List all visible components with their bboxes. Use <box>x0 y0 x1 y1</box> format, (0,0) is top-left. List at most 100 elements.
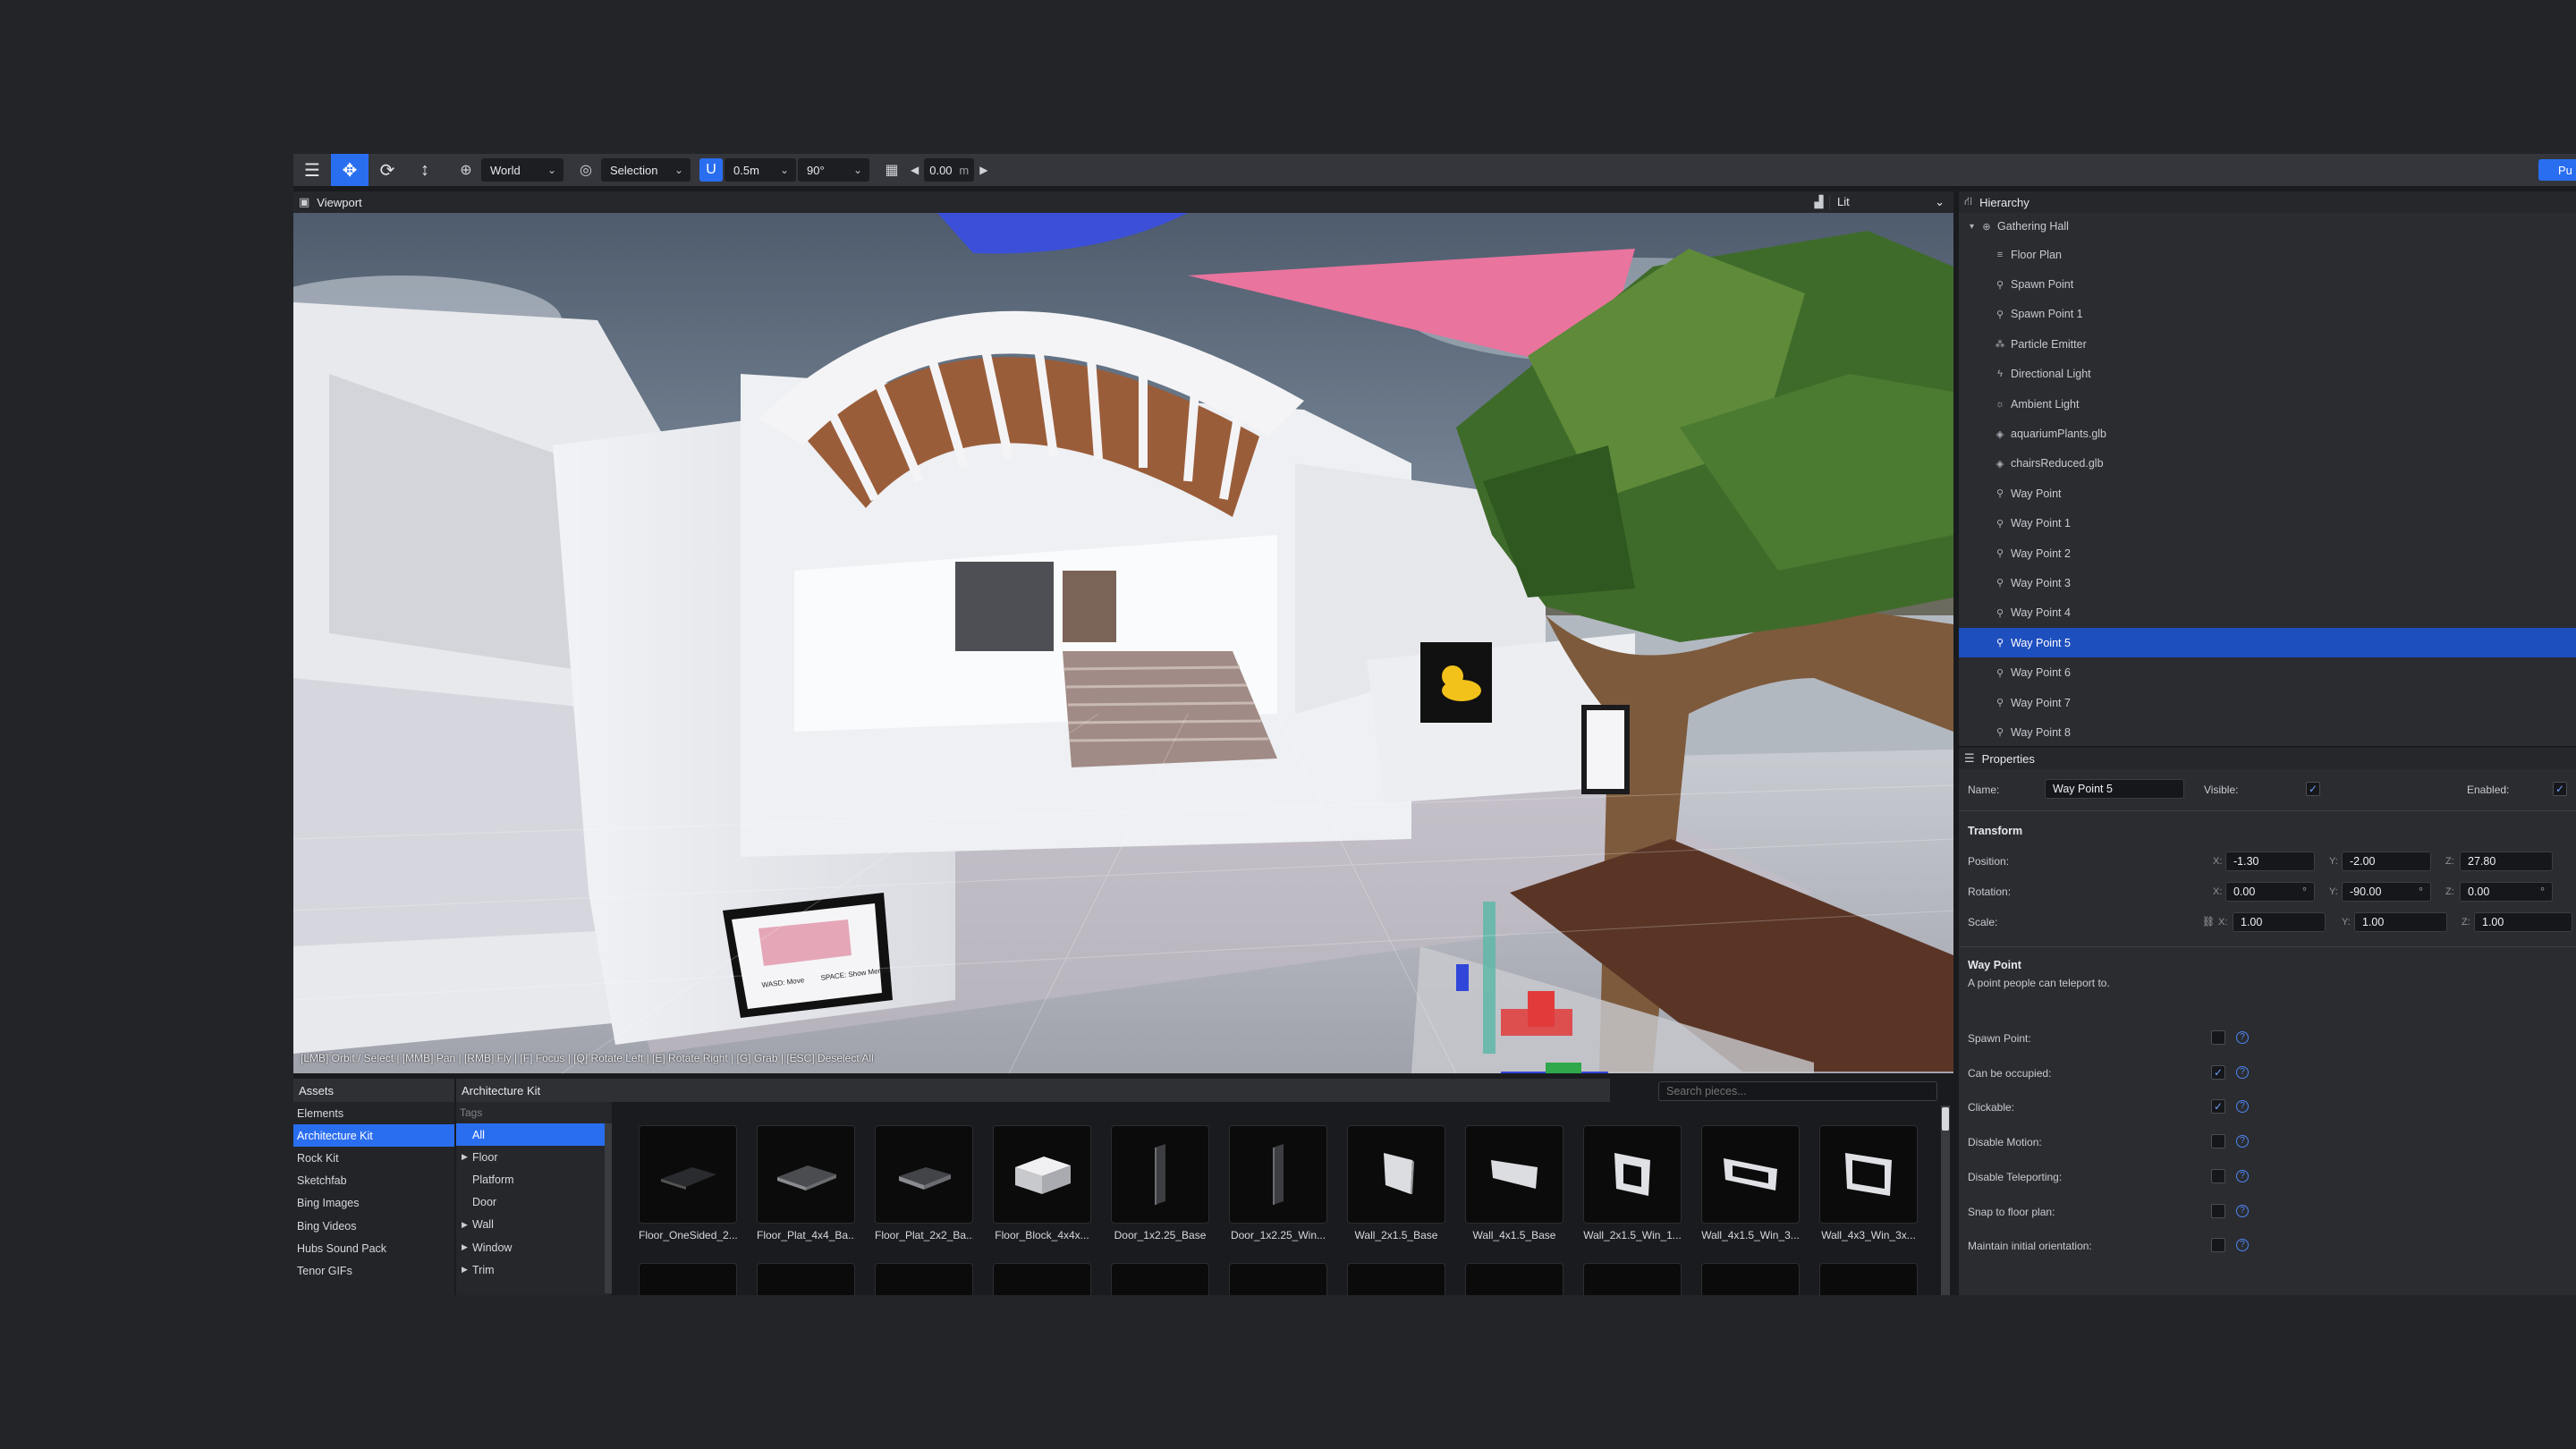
grid-decrease-arrow-icon[interactable]: ◀ <box>905 164 924 176</box>
asset-thumbnail[interactable] <box>757 1125 855 1224</box>
asset-source-item[interactable]: Bing Images <box>293 1192 454 1215</box>
asset-thumbnail[interactable] <box>1229 1125 1327 1224</box>
asset-piece[interactable] <box>757 1263 855 1295</box>
asset-piece[interactable]: Wall_2x1.5_Win_1... <box>1583 1125 1682 1241</box>
help-icon[interactable]: ? <box>2236 1065 2249 1079</box>
tag-item[interactable]: ▶ Trim <box>456 1258 612 1281</box>
asset-thumbnail[interactable] <box>757 1263 855 1295</box>
coordinate-space-select[interactable]: World ⌄ <box>481 158 564 182</box>
flag-checkbox[interactable]: ✓ <box>2211 1064 2225 1080</box>
help-icon[interactable]: ? <box>2236 1239 2249 1252</box>
enabled-checkbox[interactable]: ✓ <box>2553 782 2567 796</box>
asset-source-item[interactable]: Sketchfab <box>293 1170 454 1192</box>
flag-checkbox[interactable] <box>2211 1168 2225 1183</box>
hierarchy-item[interactable]: ⚲ Way Point 1 <box>1959 509 2576 538</box>
asset-piece[interactable] <box>1229 1263 1327 1295</box>
tag-item[interactable]: ▶ Window <box>456 1236 612 1258</box>
asset-piece[interactable]: Floor_OneSided_2... <box>639 1125 737 1241</box>
asset-piece[interactable]: Wall_2x1.5_Base <box>1347 1125 1445 1241</box>
position-x-input[interactable]: -1.30 <box>2225 852 2315 871</box>
asset-piece[interactable]: Wall_4x1.5_Base <box>1465 1125 1563 1241</box>
snap-toggle-magnet-icon[interactable]: U <box>699 158 723 182</box>
flag-checkbox[interactable] <box>2211 1030 2225 1045</box>
tag-item[interactable]: ▶ Floor <box>456 1146 612 1168</box>
hierarchy-item[interactable]: ⚲ Spawn Point 1 <box>1959 300 2576 329</box>
help-icon[interactable]: ? <box>2236 1135 2249 1148</box>
hierarchy-item[interactable]: ⚲ Way Point 8 <box>1959 717 2576 747</box>
hierarchy-item[interactable]: ⚲ Spawn Point <box>1959 269 2576 299</box>
asset-thumbnail[interactable] <box>1701 1263 1800 1295</box>
scale-tool-button[interactable]: ↕ <box>406 154 444 186</box>
asset-thumbnail[interactable] <box>993 1263 1091 1295</box>
asset-piece[interactable]: Floor_Block_4x4x... <box>993 1125 1091 1241</box>
link-icon[interactable]: ⛓ <box>2202 916 2215 928</box>
asset-thumbnail[interactable] <box>639 1263 737 1295</box>
grid-icon[interactable]: ▦ <box>878 157 905 183</box>
flag-checkbox[interactable] <box>2211 1134 2225 1149</box>
snap-translate-select[interactable]: 0.5m ⌄ <box>724 158 796 182</box>
tag-item[interactable]: Platform <box>456 1168 612 1191</box>
hierarchy-item[interactable]: ≡ Floor Plan <box>1959 240 2576 269</box>
selection-mode-select[interactable]: Selection ⌄ <box>601 158 691 182</box>
asset-thumbnail[interactable] <box>1465 1125 1563 1224</box>
hierarchy-item[interactable]: ⚲ Way Point <box>1959 479 2576 508</box>
name-input[interactable]: Way Point 5 <box>2045 779 2184 799</box>
tag-item[interactable]: Door <box>456 1191 612 1214</box>
asset-piece[interactable] <box>1347 1263 1445 1295</box>
asset-piece[interactable] <box>639 1263 737 1295</box>
asset-thumbnail[interactable] <box>1347 1263 1445 1295</box>
asset-thumbnail[interactable] <box>1583 1263 1682 1295</box>
grid-height-input[interactable]: 0.00 m <box>924 158 975 182</box>
scale-y-input[interactable]: 1.00 <box>2354 912 2447 932</box>
hierarchy-item[interactable]: ◈ chairsReduced.glb <box>1959 449 2576 479</box>
asset-thumbnail[interactable] <box>1465 1263 1563 1295</box>
asset-piece[interactable] <box>1819 1263 1918 1295</box>
scale-z-input[interactable]: 1.00 <box>2474 912 2572 932</box>
asset-source-item[interactable]: Elements <box>293 1102 454 1124</box>
hierarchy-item[interactable]: ☼ Ambient Light <box>1959 389 2576 419</box>
rotation-y-input[interactable]: -90.00 ° <box>2342 882 2431 902</box>
hierarchy-item[interactable]: ◈ aquariumPlants.glb <box>1959 419 2576 448</box>
rotation-x-input[interactable]: 0.00 ° <box>2225 882 2315 902</box>
hierarchy-item[interactable]: ⚲ Way Point 2 <box>1959 538 2576 568</box>
asset-source-item[interactable]: Rock Kit <box>293 1147 454 1169</box>
tags-scrollbar[interactable] <box>605 1123 612 1293</box>
asset-piece[interactable]: Floor_Plat_2x2_Ba... <box>875 1125 973 1241</box>
hierarchy-item[interactable]: ⚲ Way Point 5 <box>1959 628 2576 658</box>
asset-thumbnail[interactable] <box>875 1263 973 1295</box>
asset-piece[interactable]: Wall_4x1.5_Win_3... <box>1701 1125 1800 1241</box>
asset-piece[interactable]: Floor_Plat_4x4_Ba... <box>757 1125 855 1241</box>
asset-thumbnail[interactable] <box>1111 1263 1209 1295</box>
search-pieces-input[interactable] <box>1658 1081 1937 1101</box>
asset-thumbnail[interactable] <box>1347 1125 1445 1224</box>
asset-piece[interactable] <box>875 1263 973 1295</box>
hierarchy-item[interactable]: ⚲ Way Point 6 <box>1959 657 2576 687</box>
asset-source-item[interactable]: Hubs Sound Pack <box>293 1237 454 1259</box>
rotate-tool-button[interactable]: ⟳ <box>369 154 406 186</box>
hierarchy-item[interactable]: ⚲ Way Point 4 <box>1959 598 2576 628</box>
grid-increase-arrow-icon[interactable]: ▶ <box>974 164 993 176</box>
asset-thumbnail[interactable] <box>1701 1125 1800 1224</box>
caret-right-icon[interactable]: ▶ <box>462 1242 468 1252</box>
asset-piece[interactable] <box>1583 1263 1682 1295</box>
scene-render[interactable]: WASD: Move SPACE: Show Menus <box>293 213 1953 1073</box>
tag-item[interactable]: ▶ Wall <box>456 1214 612 1236</box>
asset-thumbnail[interactable] <box>639 1125 737 1224</box>
render-mode-select[interactable]: Lit ⌄ <box>1837 195 1945 209</box>
menu-button[interactable]: ☰ <box>293 154 331 186</box>
pieces-scrollbar[interactable] <box>1941 1106 1950 1295</box>
help-icon[interactable]: ? <box>2236 1100 2249 1114</box>
asset-piece[interactable] <box>1701 1263 1800 1295</box>
visible-checkbox[interactable]: ✓ <box>2306 782 2320 796</box>
asset-thumbnail[interactable] <box>875 1125 973 1224</box>
flag-checkbox[interactable] <box>2211 1238 2225 1253</box>
asset-piece[interactable] <box>1465 1263 1563 1295</box>
help-icon[interactable]: ? <box>2236 1204 2249 1217</box>
asset-thumbnail[interactable] <box>1819 1263 1918 1295</box>
position-z-input[interactable]: 27.80 <box>2460 852 2553 871</box>
hierarchy-item[interactable]: ⚲ Way Point 7 <box>1959 688 2576 717</box>
hierarchy-item[interactable]: ⁂ Particle Emitter <box>1959 329 2576 359</box>
asset-thumbnail[interactable] <box>1819 1125 1918 1224</box>
asset-thumbnail[interactable] <box>1229 1263 1327 1295</box>
render-mode-control[interactable]: ▟ Lit ⌄ <box>1809 193 1945 211</box>
